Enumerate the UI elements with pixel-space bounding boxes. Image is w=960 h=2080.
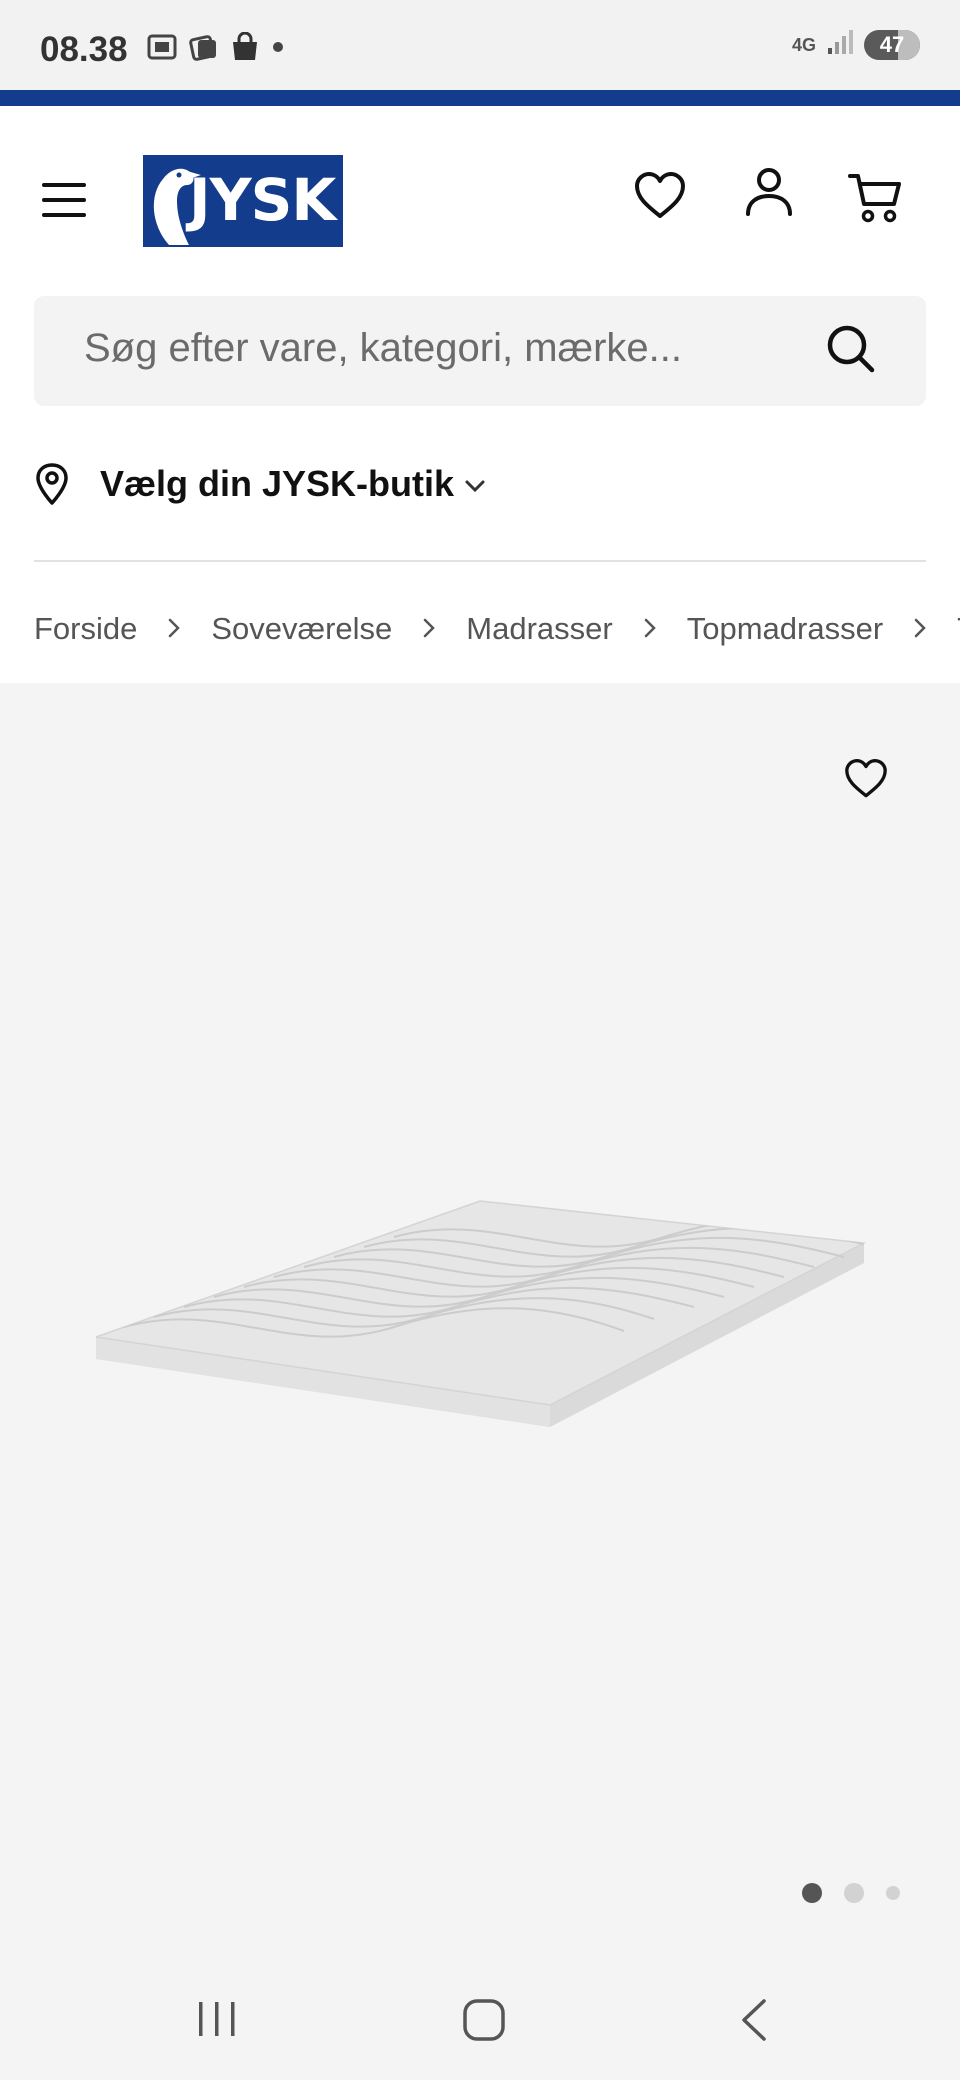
heart-icon: [845, 759, 887, 798]
breadcrumb: Forside Soveværelse Madrasser Topmadrass…: [34, 604, 960, 654]
chevron-right-icon: [643, 611, 657, 647]
recent-apps-button[interactable]: [196, 1998, 238, 2045]
home-icon: [463, 1999, 505, 2041]
breadcrumb-item-topmadrasser[interactable]: Topmadrasser: [687, 611, 883, 647]
dot-icon: [270, 39, 286, 55]
search-input[interactable]: Søg efter vare, kategori, mærke...: [84, 326, 682, 371]
product-image-gallery[interactable]: [0, 683, 960, 1968]
recent-apps-icon: [199, 2002, 235, 2036]
shopping-bag-icon: [230, 32, 260, 62]
search-button[interactable]: [826, 324, 876, 379]
home-button[interactable]: [462, 1998, 506, 2047]
jysk-logo[interactable]: JYSK: [143, 155, 343, 247]
signal-icon: [826, 28, 854, 61]
chevron-right-icon: [422, 611, 436, 647]
brand-strip: [0, 90, 960, 106]
logo-text: JYSK: [189, 166, 336, 234]
cart-icon: [848, 174, 901, 223]
wishlist-button[interactable]: [634, 172, 686, 225]
status-bar: 08.38 4G 47: [0, 0, 960, 90]
mattress-topper-image: [95, 1200, 866, 1427]
cart-button[interactable]: [848, 172, 902, 229]
add-to-wishlist-button[interactable]: [844, 759, 888, 804]
carousel-dot-active[interactable]: [802, 1883, 822, 1903]
chevron-right-icon: [167, 611, 181, 647]
menu-button[interactable]: [40, 180, 88, 220]
search-bar[interactable]: Søg efter vare, kategori, mærke...: [34, 296, 926, 406]
carousel-dot[interactable]: [844, 1883, 864, 1903]
store-selector-label: Vælg din JYSK-butik: [100, 463, 455, 504]
account-button[interactable]: [744, 166, 794, 223]
chevron-down-icon: [465, 480, 485, 493]
divider: [34, 560, 926, 562]
user-icon: [746, 168, 792, 216]
status-time: 08.38: [40, 30, 128, 69]
search-icon: [827, 325, 875, 373]
status-system-icons: 4G 47: [792, 28, 920, 61]
chevron-right-icon: [913, 611, 927, 647]
heart-icon: [635, 172, 685, 218]
breadcrumb-item-forside[interactable]: Forside: [34, 611, 137, 647]
menu-icon: [42, 183, 86, 217]
status-notification-icons: [146, 32, 286, 62]
site-header: JYSK: [0, 106, 960, 292]
screenshot-icon: [146, 33, 178, 61]
system-navigation-bar: [0, 1968, 960, 2080]
photos-icon: [188, 32, 220, 62]
back-button[interactable]: [738, 1998, 770, 2047]
network-type: 4G: [791, 34, 816, 55]
carousel-dot[interactable]: [886, 1886, 900, 1900]
store-selector[interactable]: Vælg din JYSK-butik: [34, 456, 486, 512]
carousel-pagination[interactable]: [802, 1883, 900, 1903]
battery-indicator: 47: [864, 29, 920, 60]
breadcrumb-item-madrasser[interactable]: Madrasser: [466, 611, 612, 647]
location-pin-icon: [36, 463, 68, 505]
battery-level: 47: [879, 31, 905, 57]
back-icon: [742, 1999, 766, 2041]
breadcrumb-item-sovevaerelse[interactable]: Soveværelse: [211, 611, 392, 647]
